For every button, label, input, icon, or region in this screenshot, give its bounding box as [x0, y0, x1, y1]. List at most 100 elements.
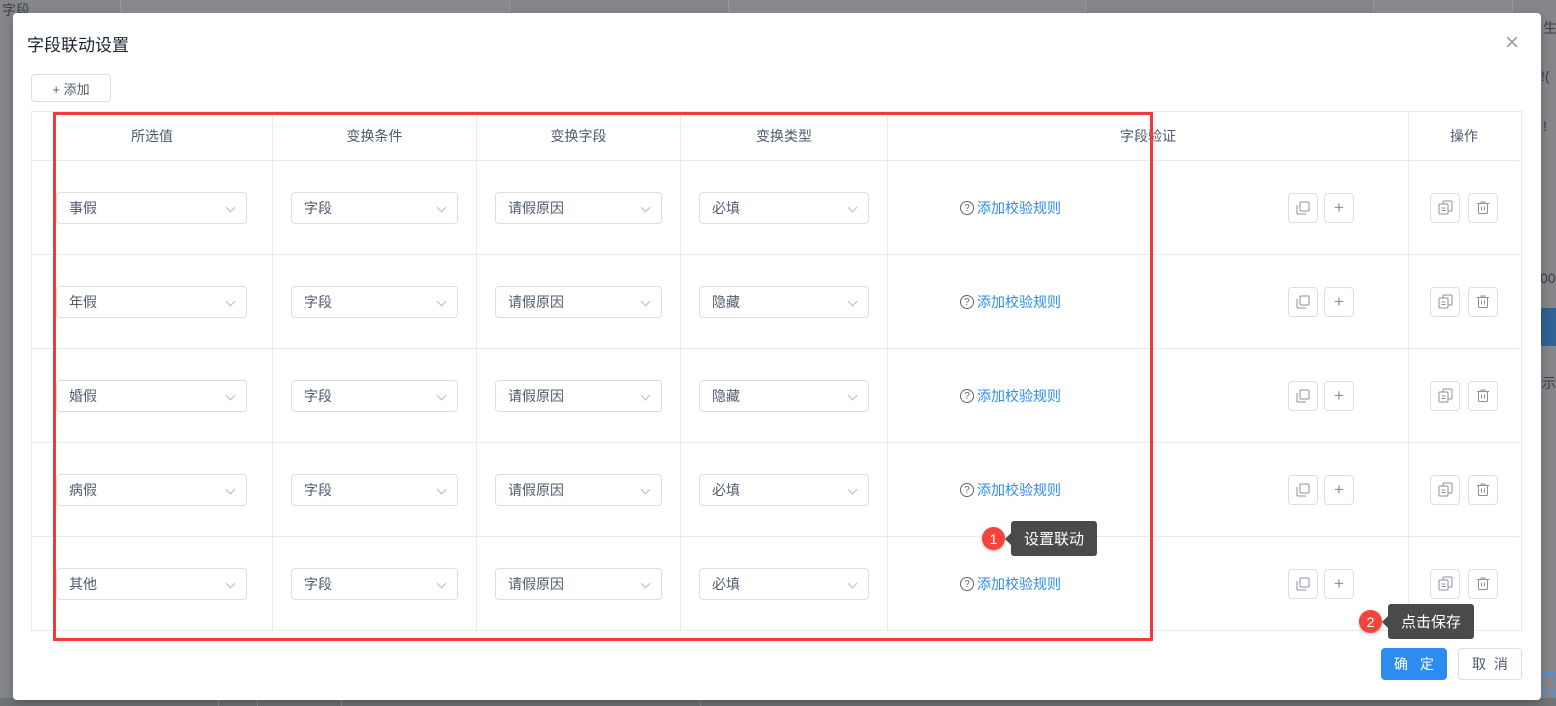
condition-select[interactable]: 字段 — [291, 191, 458, 224]
add-rule-button[interactable]: + — [1324, 380, 1354, 411]
add-rule-button[interactable]: + — [1324, 286, 1354, 317]
plus-icon: + — [1334, 574, 1344, 593]
confirm-button[interactable]: 确 定 — [1381, 648, 1447, 680]
chevron-down-icon — [436, 484, 447, 494]
table-row: 病假 字段 请假原因 必填 ? 添加校验规则 + — [32, 443, 1521, 537]
header-type: 变换类型 — [681, 112, 888, 161]
background-text-fragment: 生 — [1543, 20, 1556, 36]
chevron-down-icon — [847, 202, 858, 212]
cancel-button[interactable]: 取 消 — [1458, 648, 1522, 680]
field-select[interactable]: 请假原因 — [495, 473, 662, 506]
selected-value-select[interactable]: 其他 — [56, 567, 247, 600]
type-select[interactable]: 必填 — [699, 567, 869, 600]
copy-rule-button[interactable] — [1288, 380, 1318, 411]
type-select[interactable]: 隐藏 — [699, 379, 869, 412]
background-input-outline — [120, 0, 510, 12]
add-rule-label: 添加校验规则 — [977, 387, 1061, 404]
add-rule-label: 添加校验规则 — [977, 293, 1061, 310]
chevron-down-icon — [436, 578, 447, 588]
select-value: 请假原因 — [508, 293, 564, 310]
chevron-down-icon — [847, 484, 858, 494]
delete-row-button[interactable] — [1468, 568, 1498, 599]
select-value: 隐藏 — [712, 293, 740, 310]
chevron-down-icon — [436, 390, 447, 400]
background-selected-row-fragment — [1541, 308, 1556, 346]
copy-icon — [1296, 201, 1310, 214]
add-rule-link[interactable]: ? 添加校验规则 — [960, 292, 1061, 312]
plus-icon: + — [1334, 386, 1344, 405]
copy-icon — [1296, 389, 1310, 402]
table-row: 其他 字段 请假原因 必填 ? 添加校验规则 + — [32, 537, 1521, 631]
add-rule-link[interactable]: ? 添加校验规则 — [960, 480, 1061, 500]
duplicate-row-button[interactable] — [1430, 380, 1460, 411]
linkage-table: 所选值 变换条件 变换字段 变换类型 字段验证 操作 事假 字段 请假原因 必填… — [31, 111, 1522, 631]
selected-value-select[interactable]: 病假 — [56, 473, 247, 506]
copy-rule-button[interactable] — [1288, 568, 1318, 599]
selected-value-select[interactable]: 婚假 — [56, 379, 247, 412]
delete-row-button[interactable] — [1468, 192, 1498, 223]
select-value: 请假原因 — [508, 199, 564, 216]
type-select[interactable]: 隐藏 — [699, 285, 869, 318]
delete-row-button[interactable] — [1468, 286, 1498, 317]
duplicate-row-button[interactable] — [1430, 568, 1460, 599]
background-table-icon — [1542, 672, 1556, 684]
table-row: 年假 字段 请假原因 隐藏 ? 添加校验规则 + — [32, 255, 1521, 349]
duplicate-row-button[interactable] — [1430, 192, 1460, 223]
chevron-down-icon — [847, 296, 858, 306]
background-input-outline — [728, 0, 1086, 12]
add-rule-link[interactable]: ? 添加校验规则 — [960, 574, 1061, 594]
add-button[interactable]: + 添加 — [31, 74, 111, 102]
close-icon[interactable]: × — [1505, 31, 1519, 55]
background-text-fragment: !( — [1541, 68, 1550, 84]
field-select[interactable]: 请假原因 — [495, 285, 662, 318]
chevron-down-icon — [847, 578, 858, 588]
add-rule-button[interactable]: + — [1324, 192, 1354, 223]
field-select[interactable]: 请假原因 — [495, 191, 662, 224]
copy-rule-button[interactable] — [1288, 192, 1318, 223]
select-value: 隐藏 — [712, 387, 740, 404]
copy-icon — [1296, 295, 1310, 308]
copy-rule-button[interactable] — [1288, 474, 1318, 505]
help-icon: ? — [960, 388, 974, 403]
selected-value-select[interactable]: 事假 — [56, 191, 247, 224]
table-row: 婚假 字段 请假原因 隐藏 ? 添加校验规则 + — [32, 349, 1521, 443]
select-value: 必填 — [712, 199, 740, 216]
help-icon: ? — [960, 482, 974, 497]
condition-select[interactable]: 字段 — [291, 285, 458, 318]
trash-icon — [1477, 483, 1489, 496]
select-value: 字段 — [304, 387, 332, 404]
copy-rule-button[interactable] — [1288, 286, 1318, 317]
delete-row-button[interactable] — [1468, 474, 1498, 505]
add-rule-button[interactable]: + — [1324, 474, 1354, 505]
chevron-down-icon — [225, 202, 236, 212]
add-rule-button[interactable]: + — [1324, 568, 1354, 599]
chevron-down-icon — [640, 484, 651, 494]
table-row: 事假 字段 请假原因 必填 ? 添加校验规则 + — [32, 161, 1521, 255]
plus-icon: + — [1334, 480, 1344, 499]
field-select[interactable]: 请假原因 — [495, 567, 662, 600]
duplicate-row-button[interactable] — [1430, 474, 1460, 505]
select-value: 必填 — [712, 481, 740, 498]
duplicate-row-button[interactable] — [1430, 286, 1460, 317]
duplicate-icon — [1438, 294, 1452, 309]
condition-select[interactable]: 字段 — [291, 379, 458, 412]
selected-value-select[interactable]: 年假 — [56, 285, 247, 318]
add-rule-link[interactable]: ? 添加校验规则 — [960, 386, 1061, 406]
delete-row-button[interactable] — [1468, 380, 1498, 411]
chevron-down-icon — [640, 390, 651, 400]
field-select[interactable]: 请假原因 — [495, 379, 662, 412]
condition-select[interactable]: 字段 — [291, 473, 458, 506]
plus-icon: + — [1334, 292, 1344, 311]
select-value: 必填 — [712, 575, 740, 592]
select-value: 请假原因 — [508, 481, 564, 498]
type-select[interactable]: 必填 — [699, 473, 869, 506]
chevron-down-icon — [225, 578, 236, 588]
trash-icon — [1477, 577, 1489, 590]
add-rule-label: 添加校验规则 — [977, 481, 1061, 498]
condition-select[interactable]: 字段 — [291, 567, 458, 600]
add-rule-link[interactable]: ? 添加校验规则 — [960, 198, 1061, 218]
type-select[interactable]: 必填 — [699, 191, 869, 224]
chevron-down-icon — [436, 296, 447, 306]
copy-icon — [1296, 483, 1310, 496]
trash-icon — [1477, 201, 1489, 214]
